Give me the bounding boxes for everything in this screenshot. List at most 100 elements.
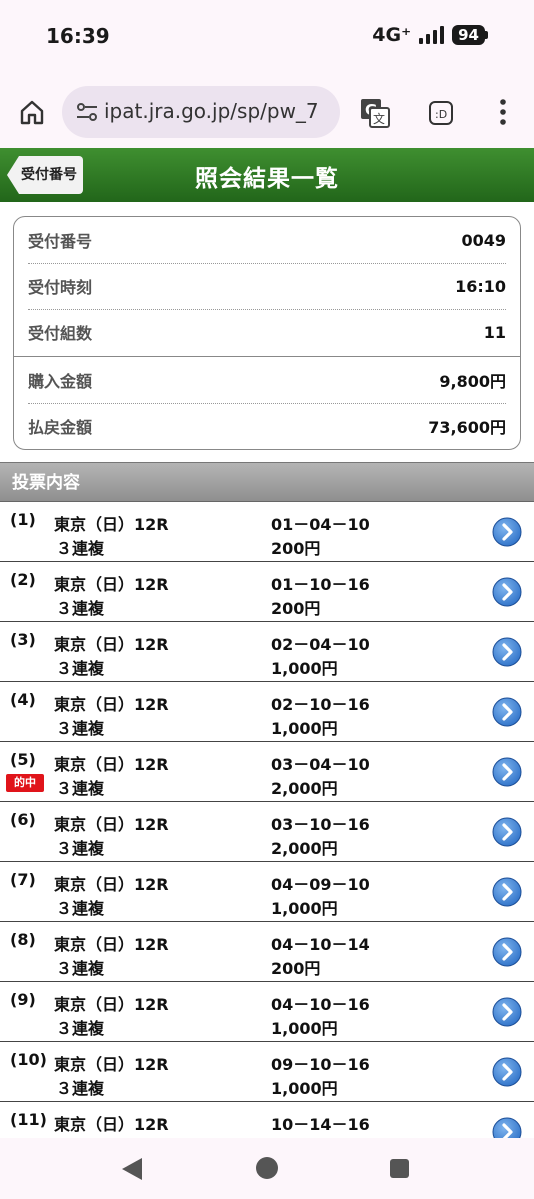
chevron-right-circle-icon[interactable] [492, 817, 522, 847]
bet-amount: 2,000円 [271, 839, 338, 858]
bet-row[interactable]: (9) 東京（日）12R ３連複 04－10－16 1,000円 [0, 982, 534, 1042]
bet-race: 東京（日）12R [54, 515, 169, 534]
nav-home-icon[interactable] [256, 1157, 278, 1179]
bet-race: 東京（日）12R [54, 755, 169, 774]
summary-label: 受付番号 [28, 232, 93, 251]
chevron-right-circle-icon[interactable] [492, 1117, 522, 1138]
summary-value: 0049 [461, 230, 506, 250]
bet-race: 東京（日）12R [54, 875, 169, 894]
bet-combination: 01－04－10 [271, 515, 370, 534]
bet-amount: 200円 [271, 599, 321, 618]
svg-text::D: :D [435, 108, 447, 121]
more-icon[interactable] [498, 98, 508, 126]
bet-number: (8) [10, 930, 36, 949]
bet-race: 東京（日）12R [54, 1055, 169, 1074]
summary-row: 払戻金額 73,600円 [28, 403, 506, 449]
bet-type: ３連複 [56, 959, 105, 978]
summary-row: 受付番号 0049 [28, 217, 506, 263]
bet-number: (9) [10, 990, 36, 1009]
svg-text:文: 文 [373, 111, 385, 126]
bet-type: ３連複 [56, 719, 105, 738]
summary-label: 払戻金額 [28, 418, 93, 437]
bet-row[interactable]: (7) 東京（日）12R ３連複 04－09－10 1,000円 [0, 862, 534, 922]
chevron-right-circle-icon[interactable] [492, 877, 522, 907]
chevron-right-circle-icon[interactable] [492, 697, 522, 727]
summary-value: 73,600円 [428, 418, 506, 437]
chevron-right-circle-icon[interactable] [492, 637, 522, 667]
chevron-right-circle-icon[interactable] [492, 997, 522, 1027]
bet-row[interactable]: (2) 東京（日）12R ３連複 01－10－16 200円 [0, 562, 534, 622]
chevron-right-circle-icon[interactable] [492, 757, 522, 787]
summary-label: 受付組数 [28, 324, 93, 343]
system-nav-bar [0, 1138, 534, 1199]
bet-race: 東京（日）12R [54, 1115, 169, 1134]
bet-number: (11) [10, 1110, 47, 1129]
bet-number: (6) [10, 810, 36, 829]
bet-combination: 04－10－16 [271, 995, 370, 1014]
network-type: 4G⁺ [372, 24, 412, 46]
status-indicators: 4G⁺ 94 [372, 24, 488, 46]
nav-recents-icon[interactable] [390, 1159, 409, 1178]
bet-row[interactable]: (5) 東京（日）12R ３連複 03－04－10 2,000円 的中 [0, 742, 534, 802]
chevron-right-circle-icon[interactable] [492, 577, 522, 607]
bet-type: ３連複 [56, 839, 105, 858]
bet-type: ３連複 [56, 1079, 105, 1098]
bet-row[interactable]: (3) 東京（日）12R ３連複 02－04－10 1,000円 [0, 622, 534, 682]
section-header: 投票内容 [0, 462, 534, 502]
bet-number: (10) [10, 1050, 47, 1069]
nav-back-icon[interactable] [122, 1158, 142, 1180]
chevron-right-circle-icon[interactable] [492, 517, 522, 547]
home-icon[interactable] [18, 98, 46, 126]
bet-type: ３連複 [56, 539, 105, 558]
bet-number: (5) [10, 750, 36, 769]
bet-race: 東京（日）12R [54, 935, 169, 954]
page-title: 照会結果一覧 [195, 166, 339, 192]
bet-list: (1) 東京（日）12R ３連複 01－04－10 200円 (2) 東京（日）12R ３連複… [0, 502, 534, 1138]
summary-label: 受付時刻 [28, 278, 93, 297]
bet-amount: 1,000円 [271, 1079, 338, 1098]
summary-card: 受付番号 0049 受付時刻 16:10 受付組数 11 購入金額 9,800円… [13, 216, 521, 450]
status-time: 16:39 [46, 24, 110, 48]
summary-value: 9,800円 [439, 372, 506, 391]
summary-row: 受付組数 11 [28, 309, 506, 355]
bet-row[interactable]: (8) 東京（日）12R ３連複 04－10－14 200円 [0, 922, 534, 982]
bet-combination: 02－10－16 [271, 695, 370, 714]
bet-type: ３連複 [56, 779, 105, 798]
summary-row: 購入金額 9,800円 [28, 357, 506, 403]
bet-combination: 04－09－10 [271, 875, 370, 894]
bet-row[interactable]: (6) 東京（日）12R ３連複 03－10－16 2,000円 [0, 802, 534, 862]
bet-combination: 03－10－16 [271, 815, 370, 834]
bet-number: (3) [10, 630, 36, 649]
bet-row[interactable]: (11)東京（日）12R３連複10－14－16200円 [0, 1102, 534, 1138]
bet-amount: 2,000円 [271, 779, 338, 798]
bet-type: ３連複 [56, 599, 105, 618]
chevron-right-circle-icon[interactable] [492, 937, 522, 967]
bet-combination: 10－14－16 [271, 1115, 370, 1134]
bet-row[interactable]: (10) 東京（日）12R ３連複 09－10－16 1,000円 [0, 1042, 534, 1102]
status-bar: 16:39 4G⁺ 94 [0, 0, 534, 78]
bet-race: 東京（日）12R [54, 815, 169, 834]
bet-race: 東京（日）12R [54, 635, 169, 654]
bet-combination: 03－04－10 [271, 755, 370, 774]
page-header: 受付番号 照会結果一覧 [0, 148, 534, 202]
bet-type: ３連複 [56, 659, 105, 678]
bet-number: (2) [10, 570, 36, 589]
bet-amount: 1,000円 [271, 1019, 338, 1038]
address-bar[interactable]: ipat.jra.go.jp/sp/pw_7 [62, 86, 340, 138]
bet-number: (7) [10, 870, 36, 889]
tune-icon[interactable] [76, 102, 98, 122]
bet-amount: 200円 [271, 959, 321, 978]
battery-level: 94 [452, 25, 485, 45]
screen-icon[interactable]: :D [428, 100, 454, 126]
chevron-right-circle-icon[interactable] [492, 1057, 522, 1087]
hit-badge: 的中 [6, 774, 44, 792]
bet-combination: 09－10－16 [271, 1055, 370, 1074]
bet-row[interactable]: (1) 東京（日）12R ３連複 01－04－10 200円 [0, 502, 534, 562]
bet-row[interactable]: (4) 東京（日）12R ３連複 02－10－16 1,000円 [0, 682, 534, 742]
bet-number: (4) [10, 690, 36, 709]
bet-number: (1) [10, 510, 36, 529]
bet-type: ３連複 [56, 899, 105, 918]
summary-value: 16:10 [455, 276, 506, 296]
summary-label: 購入金額 [28, 372, 93, 391]
translate-icon[interactable]: G 文 [360, 98, 390, 128]
